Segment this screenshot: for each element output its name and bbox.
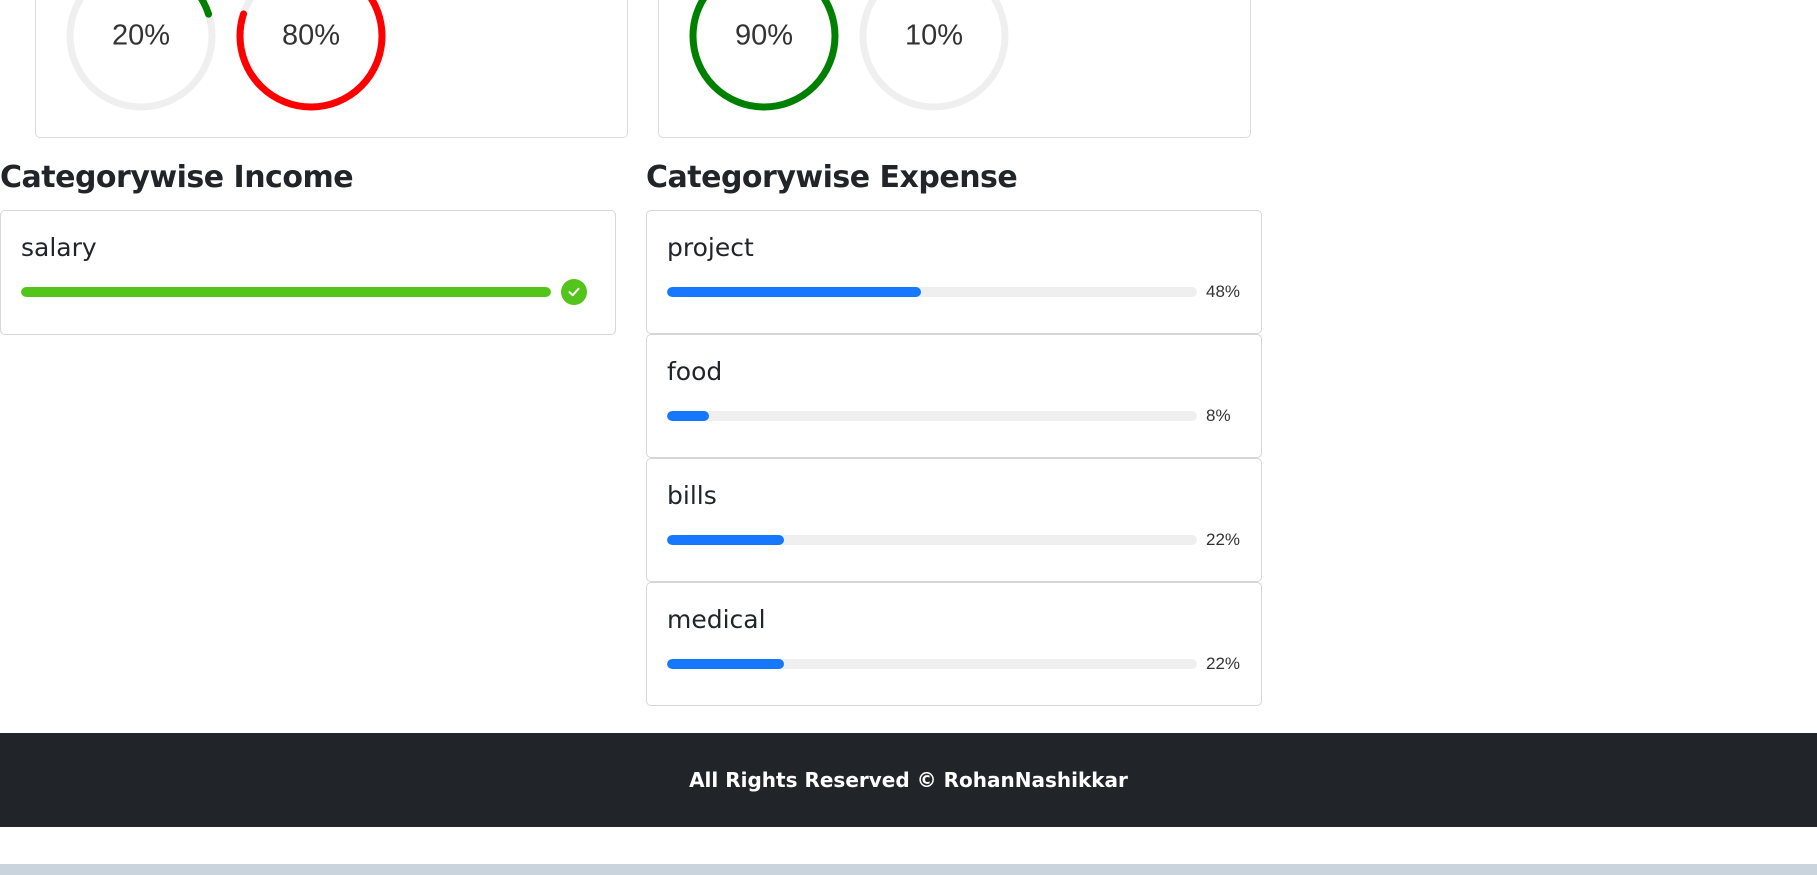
progress-percent: 22% <box>1206 654 1241 673</box>
category-name: food <box>667 357 723 386</box>
expense-category-card-food: food 8% <box>646 334 1262 458</box>
progress-fill <box>21 287 551 297</box>
progress-fill <box>667 535 784 545</box>
expense-ring-1-label: 90% <box>734 19 794 52</box>
progress-track <box>667 659 1197 669</box>
expense-summary-card: 90% 10% <box>658 0 1251 138</box>
income-category-card: salary <box>0 210 616 335</box>
progress-ring <box>689 0 839 111</box>
progress-percent: 48% <box>1206 282 1241 301</box>
progress-track <box>667 287 1197 297</box>
income-ring-1-label: 20% <box>111 19 171 52</box>
category-name: medical <box>667 605 766 634</box>
expense-section-title: Categorywise Expense <box>646 160 1018 195</box>
progress-track <box>667 411 1197 421</box>
expense-category-card-medical: medical 22% <box>646 582 1262 706</box>
progress-fill <box>667 659 784 669</box>
progress-track <box>21 287 551 297</box>
progress-percent: 8% <box>1206 406 1231 425</box>
footer-copyright: All Rights Reserved © RohanNashikkar <box>689 768 1128 792</box>
income-ring-2: 80% <box>236 0 386 111</box>
progress-percent: 22% <box>1206 530 1241 549</box>
progress-ring <box>66 0 216 111</box>
bottom-strip <box>0 864 1817 875</box>
category-name: project <box>667 233 754 262</box>
expense-ring-1: 90% <box>689 0 839 111</box>
expense-ring-2: 10% <box>859 0 1009 111</box>
progress-ring <box>859 0 1009 111</box>
category-name: salary <box>21 233 97 262</box>
income-ring-1: 20% <box>66 0 216 111</box>
progress-fill <box>667 411 710 421</box>
page-footer: All Rights Reserved © RohanNashikkar <box>0 733 1817 827</box>
expense-category-card-bills: bills 22% <box>646 458 1262 582</box>
expense-category-card-project: project 48% <box>646 210 1262 334</box>
income-section-title: Categorywise Income <box>0 160 354 195</box>
income-summary-card: 20% 80% <box>35 0 628 138</box>
expense-ring-2-label: 10% <box>904 19 964 52</box>
progress-ring <box>236 0 386 111</box>
income-ring-2-label: 80% <box>281 19 341 52</box>
check-circle-icon <box>561 279 587 305</box>
category-name: bills <box>667 481 717 510</box>
progress-fill <box>667 287 922 297</box>
progress-track <box>667 535 1197 545</box>
